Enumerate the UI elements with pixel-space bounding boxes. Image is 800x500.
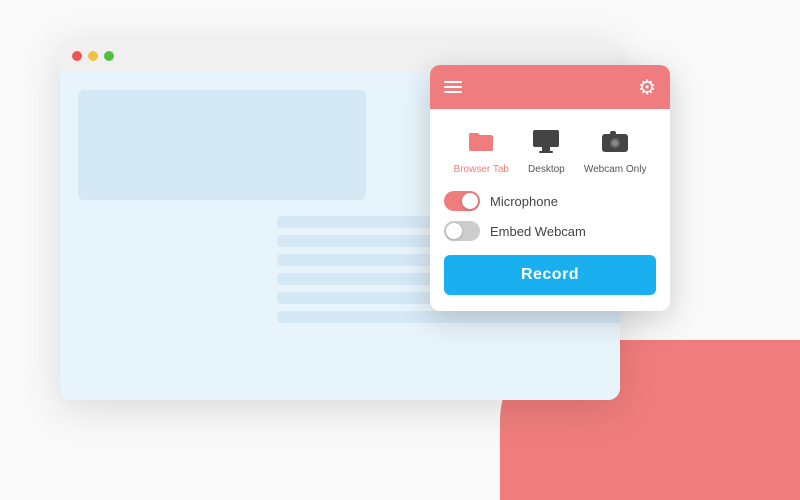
browser-tab-label: Browser Tab <box>454 164 509 175</box>
microphone-label: Microphone <box>490 194 558 209</box>
dot-red <box>72 51 82 61</box>
content-line <box>277 311 620 323</box>
hamburger-menu-icon[interactable] <box>444 81 462 93</box>
embed-webcam-toggle-thumb <box>446 223 462 239</box>
embed-webcam-label: Embed Webcam <box>490 224 586 239</box>
popup-body: Browser Tab Desktop <box>430 109 670 311</box>
microphone-toggle-thumb <box>462 193 478 209</box>
record-button[interactable]: Record <box>444 255 656 295</box>
webcam-icon <box>597 123 633 159</box>
source-desktop[interactable]: Desktop <box>528 123 565 175</box>
embed-webcam-toggle[interactable] <box>444 221 480 241</box>
popup-header: ⚙ <box>430 65 670 109</box>
dot-yellow <box>88 51 98 61</box>
desktop-label: Desktop <box>528 164 565 175</box>
microphone-toggle[interactable] <box>444 191 480 211</box>
dot-green <box>104 51 114 61</box>
popup-panel: ⚙ Browser Tab <box>430 65 670 311</box>
source-webcam-only[interactable]: Webcam Only <box>584 123 647 175</box>
source-options: Browser Tab Desktop <box>444 123 656 175</box>
embed-webcam-toggle-row: Embed Webcam <box>444 221 656 241</box>
webcam-only-label: Webcam Only <box>584 164 647 175</box>
content-image-placeholder <box>78 90 366 200</box>
gear-icon[interactable]: ⚙ <box>638 75 656 100</box>
source-browser-tab[interactable]: Browser Tab <box>454 123 509 175</box>
browser-tab-icon <box>463 123 499 159</box>
microphone-toggle-row: Microphone <box>444 191 656 211</box>
desktop-icon <box>528 123 564 159</box>
